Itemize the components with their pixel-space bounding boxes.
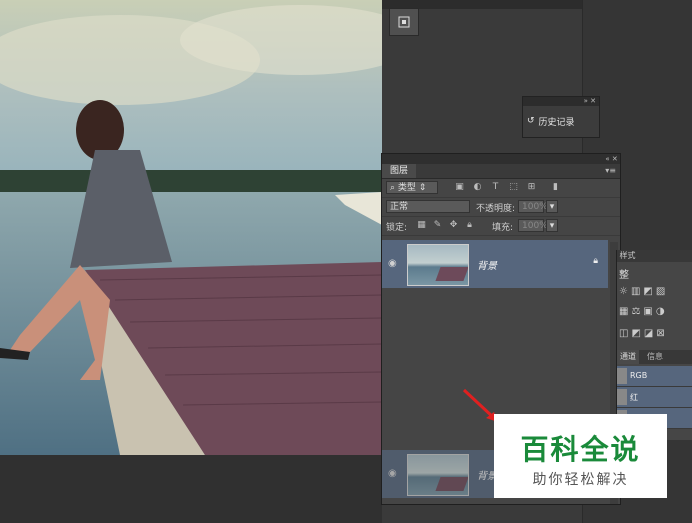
tab-info[interactable]: 信息	[647, 350, 663, 364]
opacity-label: 不透明度:	[476, 204, 516, 214]
tool-presets-icon[interactable]	[389, 8, 419, 36]
document-canvas[interactable]	[0, 0, 382, 523]
smart-object-filter-icon[interactable]: ⊞	[526, 182, 537, 193]
filter-row: ⌕ 类型 ⇕ ▣ ◐ T ⬚ ⊞ ▮	[382, 179, 620, 198]
lock-icon: 🔒︎	[593, 256, 598, 266]
layer-name: 背景	[477, 261, 497, 272]
channel-name: 红	[630, 393, 638, 402]
history-icon: ↺	[527, 116, 535, 126]
fill-dropdown-icon[interactable]: ▾	[546, 219, 558, 232]
watermark-title: 百科全说	[520, 433, 641, 466]
layer-thumbnail	[407, 454, 469, 496]
canvas-bottom-bar	[0, 455, 382, 523]
adjustment-icons-row-1[interactable]: ☼▥◩▨	[619, 286, 668, 297]
eye-icon[interactable]: ◉	[388, 258, 397, 269]
lock-all-icon[interactable]: 🔒︎	[464, 220, 475, 231]
eye-icon[interactable]: ◉	[388, 468, 397, 479]
channel-row-red[interactable]: 红	[617, 387, 692, 408]
photo-image	[0, 0, 382, 455]
lock-transparency-icon[interactable]: ▦	[416, 220, 427, 231]
adjustments-channels-panel[interactable]: 样式 整 ☼▥◩▨ ▦⚖▣◑ ◫◩◪⊠ 通道 信息 RGB 红 绿	[616, 250, 692, 440]
shape-filter-icon[interactable]: ⬚	[508, 182, 519, 193]
lock-move-icon[interactable]: ✥	[448, 220, 459, 231]
blend-mode-value: 正常	[390, 202, 409, 212]
fill-label: 填充:	[492, 223, 514, 233]
panel-menu-icon[interactable]: ▾≡	[605, 166, 616, 175]
tab-layers[interactable]: 图层	[382, 164, 417, 178]
blend-row: 正常 不透明度: 100% ▾	[382, 198, 620, 217]
filter-toggle-icon[interactable]: ▮	[550, 182, 561, 193]
filter-kind-select[interactable]: ⌕ 类型 ⇕	[386, 181, 438, 194]
history-label: 历史记录	[538, 117, 575, 128]
opacity-dropdown-icon[interactable]: ▾	[546, 200, 558, 213]
tab-channels[interactable]: 通道	[617, 350, 639, 364]
lock-brush-icon[interactable]: ✎	[432, 220, 443, 231]
blend-mode-select[interactable]: 正常	[386, 200, 470, 213]
layers-tabbar: 图层 ▾≡	[382, 164, 620, 179]
fill-input[interactable]: 100%	[518, 219, 548, 232]
history-button[interactable]: ↺ 历史记录	[527, 111, 595, 131]
adjustment-icons-row-2[interactable]: ▦⚖▣◑	[619, 306, 668, 317]
adjustment-icons-row-3[interactable]: ◫◩◪⊠	[619, 328, 668, 339]
adjustment-filter-icon[interactable]: ◐	[472, 182, 483, 193]
type-filter-icon[interactable]: T	[490, 182, 501, 193]
filter-kind-value: 类型	[397, 183, 416, 193]
history-panel-header[interactable]: » ✕	[523, 97, 599, 106]
adjustments-tab[interactable]: 样式	[617, 250, 692, 262]
layers-panel-header[interactable]: « ✕	[382, 154, 620, 164]
channel-row-rgb[interactable]: RGB	[617, 366, 692, 387]
history-panel[interactable]: » ✕ ↺ 历史记录	[522, 96, 600, 138]
layer-thumbnail	[407, 244, 469, 286]
channels-tabbar: 通道 信息	[617, 350, 692, 364]
channel-name: RGB	[630, 371, 648, 380]
lock-label: 锁定:	[386, 223, 408, 233]
watermark-subtitle: 助你轻松解决	[532, 472, 629, 488]
watermark-logo: 百科全说 助你轻松解决	[494, 414, 667, 498]
opacity-input[interactable]: 100%	[518, 200, 548, 213]
adjustments-header: 整	[619, 270, 629, 281]
layer-row-background[interactable]: ◉ 背景 🔒︎	[382, 240, 608, 288]
pixel-filter-icon[interactable]: ▣	[454, 182, 465, 193]
lock-row: 锁定: ▦ ✎ ✥ 🔒︎ 填充: 100% ▾	[382, 217, 620, 236]
search-icon: ⌕	[390, 183, 398, 193]
